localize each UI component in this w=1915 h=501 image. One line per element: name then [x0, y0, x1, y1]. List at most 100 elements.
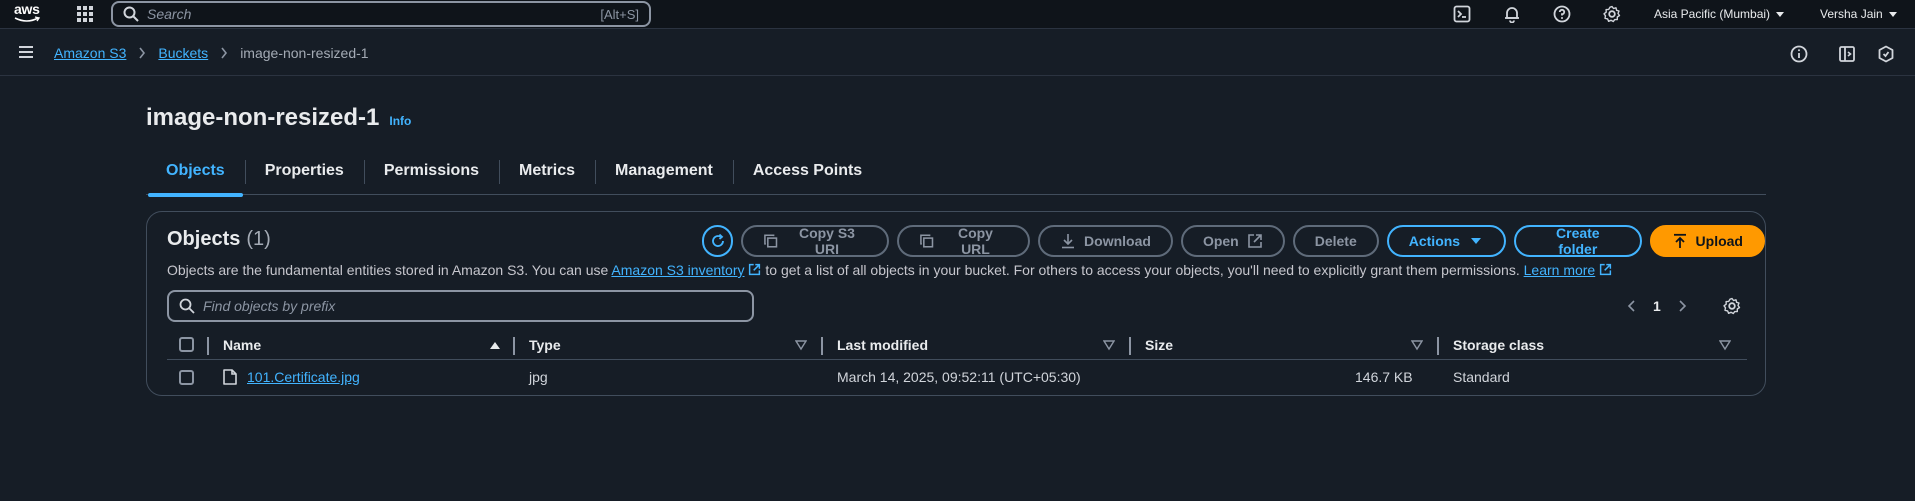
- column-type[interactable]: Type: [529, 330, 561, 359]
- top-navigation: aws [Alt+S]: [0, 0, 1915, 29]
- chevron-right-icon: [139, 47, 146, 59]
- search-icon: [179, 298, 195, 314]
- column-size[interactable]: Size: [1145, 330, 1173, 359]
- description-text-1: Objects are the fundamental entities sto…: [167, 262, 609, 278]
- help-icon[interactable]: [1553, 5, 1571, 23]
- copy-s3-uri-button[interactable]: Copy S3 URI: [741, 225, 890, 257]
- select-all-checkbox[interactable]: [179, 337, 194, 352]
- search-icon: [123, 6, 139, 22]
- tab-access-points[interactable]: Access Points: [732, 160, 882, 195]
- last-modified-cell: March 14, 2025, 09:52:11 (UTC+05:30): [837, 369, 1081, 385]
- sort-ascending-icon[interactable]: [489, 339, 501, 351]
- refresh-button[interactable]: [702, 225, 734, 257]
- chevron-left-icon[interactable]: [1625, 299, 1639, 313]
- inventory-link[interactable]: Amazon S3 inventory: [611, 262, 761, 278]
- pagination: 1: [1625, 298, 1689, 314]
- copy-url-button[interactable]: Copy URL: [897, 225, 1031, 257]
- objects-table: Name Type Last modified Size Storage cla…: [167, 330, 1747, 394]
- aws-smile-icon: [14, 16, 41, 22]
- chevron-right-icon: [221, 47, 228, 59]
- objects-panel: Objects (1) Copy S3 URI Copy URL Downloa…: [146, 211, 1766, 396]
- page-number[interactable]: 1: [1653, 298, 1661, 314]
- column-divider: [207, 337, 209, 355]
- actions-label: Actions: [1408, 233, 1461, 249]
- copy-s3-uri-label: Copy S3 URI: [798, 225, 855, 257]
- sort-icon[interactable]: [795, 339, 807, 351]
- object-filter-input[interactable]: [203, 298, 723, 314]
- external-link-icon: [749, 263, 761, 276]
- hamburger-menu-icon[interactable]: [17, 43, 35, 61]
- create-folder-button[interactable]: Create folder: [1514, 225, 1642, 257]
- page-header: image-non-resized-1 Info: [146, 104, 411, 132]
- cloudshell-icon[interactable]: [1453, 5, 1471, 23]
- delete-label: Delete: [1314, 233, 1357, 249]
- aws-logo[interactable]: aws: [14, 2, 44, 26]
- download-label: Download: [1084, 233, 1151, 249]
- upload-icon: [1673, 233, 1686, 248]
- open-button[interactable]: Open: [1180, 225, 1285, 257]
- objects-count: (1): [246, 228, 271, 250]
- settings-gear-icon[interactable]: [1603, 5, 1621, 23]
- create-folder-label: Create folder: [1556, 225, 1600, 257]
- name-cell: 101.Certificate.jpg: [223, 360, 360, 394]
- tab-permissions[interactable]: Permissions: [363, 160, 499, 195]
- objects-description: Objects are the fundamental entities sto…: [167, 262, 1612, 278]
- breadcrumb-buckets[interactable]: Buckets: [158, 45, 208, 61]
- user-name: Versha Jain: [1820, 7, 1883, 21]
- objects-heading-text: Objects: [167, 228, 241, 250]
- breadcrumb-amazon-s3[interactable]: Amazon S3: [54, 45, 126, 61]
- delete-button[interactable]: Delete: [1292, 225, 1379, 257]
- info-link[interactable]: Info: [389, 114, 411, 128]
- region-caret-icon: [1776, 11, 1785, 17]
- chevron-right-icon[interactable]: [1675, 299, 1689, 313]
- object-filter[interactable]: [167, 290, 754, 322]
- column-last-modified[interactable]: Last modified: [837, 330, 928, 359]
- storage-class-cell: Standard: [1453, 369, 1510, 385]
- breadcrumb: Amazon S3 Buckets image-non-resized-1: [54, 45, 369, 61]
- sort-icon[interactable]: [1103, 339, 1115, 351]
- user-menu[interactable]: Versha Jain: [1820, 7, 1897, 21]
- global-search-input[interactable]: [147, 6, 587, 22]
- description-text-2: to get a list of all objects in your buc…: [765, 262, 1520, 278]
- learn-more-link[interactable]: Learn more: [1524, 262, 1613, 278]
- notifications-bell-icon[interactable]: [1503, 5, 1521, 23]
- actions-dropdown-button[interactable]: Actions: [1386, 225, 1507, 257]
- region-label: Asia Pacific (Mumbai): [1654, 7, 1771, 21]
- table-row[interactable]: 101.Certificate.jpg jpg March 14, 2025, …: [167, 360, 1747, 394]
- column-divider[interactable]: [1437, 337, 1439, 355]
- objects-toolbar: Copy S3 URI Copy URL Download Open Delet…: [702, 225, 1765, 257]
- feedback-icon[interactable]: [1877, 45, 1895, 63]
- tab-properties[interactable]: Properties: [244, 160, 364, 195]
- download-button[interactable]: Download: [1038, 225, 1173, 257]
- inventory-link-label: Amazon S3 inventory: [611, 262, 745, 278]
- tab-management[interactable]: Management: [595, 160, 733, 195]
- sort-icon[interactable]: [1719, 339, 1731, 351]
- side-panel-icon[interactable]: [1838, 45, 1856, 63]
- column-divider[interactable]: [821, 337, 823, 355]
- bucket-tabs: Objects Properties Permissions Metrics M…: [146, 160, 1766, 197]
- upload-label: Upload: [1695, 233, 1743, 249]
- sort-icon[interactable]: [1411, 339, 1423, 351]
- column-storage-class[interactable]: Storage class: [1453, 330, 1544, 359]
- column-divider[interactable]: [1129, 337, 1131, 355]
- row-select-cell: [179, 360, 194, 394]
- global-search[interactable]: [Alt+S]: [111, 1, 651, 27]
- upload-button[interactable]: Upload: [1649, 225, 1765, 257]
- tab-objects[interactable]: Objects: [146, 160, 245, 197]
- tab-metrics[interactable]: Metrics: [498, 160, 595, 195]
- table-preferences-gear-icon[interactable]: [1723, 297, 1741, 315]
- column-divider[interactable]: [513, 337, 515, 355]
- size-cell: 146.7 KB: [1355, 369, 1413, 385]
- services-grid-icon[interactable]: [76, 5, 94, 23]
- region-selector[interactable]: Asia Pacific (Mumbai): [1654, 7, 1785, 21]
- file-icon: [223, 369, 237, 385]
- page-title: image-non-resized-1: [146, 104, 380, 131]
- column-name[interactable]: Name: [223, 330, 261, 359]
- refresh-icon: [711, 233, 724, 247]
- copy-icon: [920, 234, 934, 248]
- open-label: Open: [1202, 233, 1239, 249]
- info-circle-icon[interactable]: [1790, 45, 1808, 63]
- download-icon: [1062, 234, 1075, 249]
- row-checkbox[interactable]: [179, 369, 194, 385]
- object-name-link[interactable]: 101.Certificate.jpg: [247, 369, 360, 385]
